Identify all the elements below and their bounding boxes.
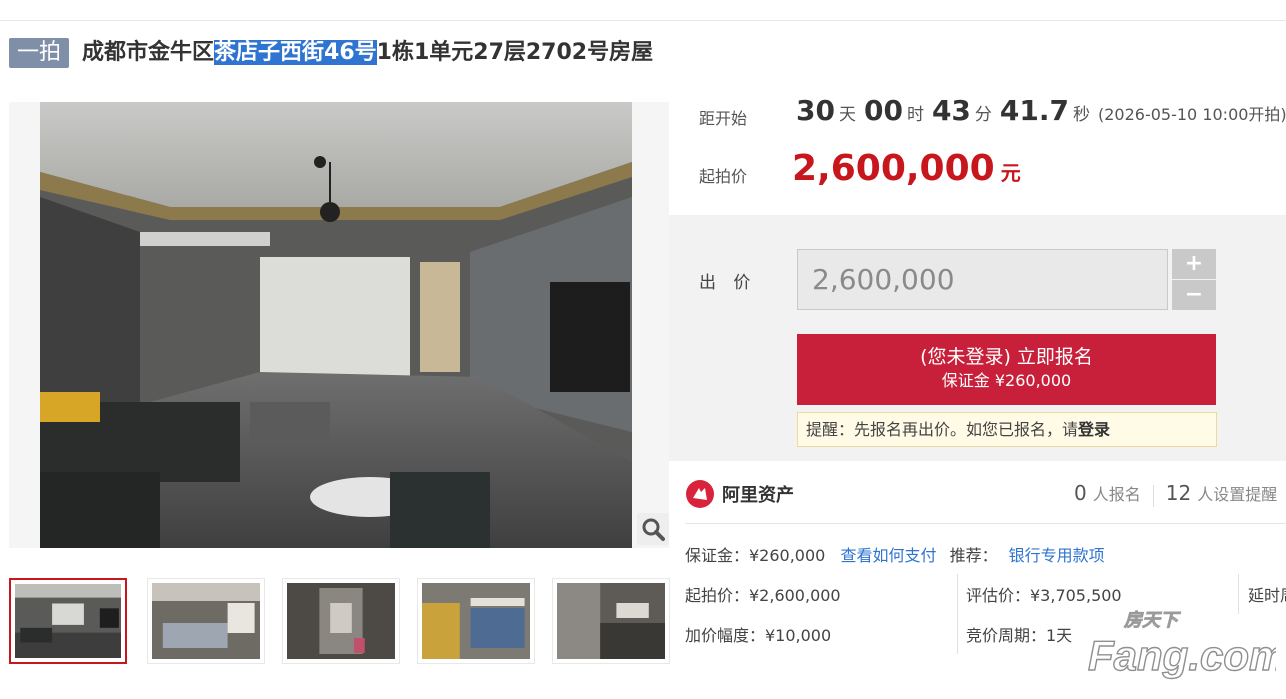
watermark-cn: 房天下 xyxy=(1123,610,1181,630)
deposit-info: 保证金：¥260,000 查看如何支付 推荐： 银行专用款项 xyxy=(685,542,1105,566)
start-price-value: 2,600,000 xyxy=(792,148,995,189)
bid-label: 出 价 xyxy=(699,273,757,293)
thumbnail-4[interactable] xyxy=(417,578,535,664)
reminder-count-label: 人设置提醒 xyxy=(1197,485,1278,504)
signup-count: 0 xyxy=(1074,481,1087,505)
bid-amount-input[interactable]: 2,600,000 xyxy=(797,249,1168,310)
login-reminder: 提醒：先报名再出价。如您已报名，请登录 xyxy=(797,412,1217,447)
title-suffix: 1栋1单元27层2702号房屋 xyxy=(376,40,654,65)
countdown-seconds: 41.7 xyxy=(999,94,1069,127)
thumbnail-3[interactable] xyxy=(282,578,400,664)
bank-payment-link[interactable]: 银行专用款项 xyxy=(1009,546,1105,565)
bid-cycle-info: 竞价周期：1天 xyxy=(966,626,1073,645)
thumbnail-strip xyxy=(9,578,670,664)
increase-bid-button[interactable]: + xyxy=(1172,249,1216,279)
countdown-days: 30 xyxy=(796,94,835,127)
stats-divider xyxy=(1152,484,1154,507)
hours-unit: 时 xyxy=(906,105,924,125)
reminder-count: 12 xyxy=(1165,481,1192,505)
signup-deposit-label: 保证金 ¥260,000 xyxy=(941,371,1072,390)
main-photo-viewer[interactable] xyxy=(9,102,669,548)
recommend-label: 推荐： xyxy=(949,546,998,565)
how-to-pay-link[interactable]: 查看如何支付 xyxy=(840,546,936,565)
info-column-divider-1 xyxy=(957,574,958,654)
start-price-unit: 元 xyxy=(1000,161,1021,185)
countdown-timer: 30 天 00 时 43 分 41.7 秒 (2026-05-10 10:00开拍) xyxy=(796,94,1286,127)
increment-info: 加价幅度：¥10,000 xyxy=(685,626,832,645)
decrease-bid-button[interactable]: − xyxy=(1172,280,1216,310)
thumbnail-1[interactable] xyxy=(9,578,127,664)
countdown-label: 距开始 xyxy=(699,109,748,128)
thumbnail-bathroom-image xyxy=(287,583,395,659)
thumbnail-living-room-image xyxy=(15,584,121,658)
days-unit: 天 xyxy=(838,105,856,125)
fang-com-watermark-logo: 房天下 Fang.com xyxy=(1087,610,1276,680)
countdown-minutes: 43 xyxy=(931,94,971,127)
seconds-unit: 秒 xyxy=(1073,105,1090,125)
thumbnail-kitchen-image xyxy=(557,583,665,659)
info-divider xyxy=(685,523,1286,524)
thumbnail-5[interactable] xyxy=(552,578,670,664)
thumbnail-2[interactable] xyxy=(147,578,265,664)
thumbnail-bedroom-image xyxy=(152,583,260,659)
top-divider xyxy=(0,20,1286,21)
deposit-text: 保证金：¥260,000 xyxy=(685,546,826,565)
signup-button-label: (您未登录) 立即报名 xyxy=(920,346,1093,368)
provider-name: 阿里资产 xyxy=(722,485,794,506)
reminder-text: 提醒：先报名再出价。如您已报名，请 xyxy=(806,420,1079,439)
main-photo-living-room[interactable] xyxy=(40,102,632,548)
countdown-hours: 00 xyxy=(863,94,903,127)
auction-round-badge: 一拍 xyxy=(9,38,69,68)
auction-stats: 0 人报名 12 人设置提醒 xyxy=(1074,481,1277,507)
signup-button[interactable]: (您未登录) 立即报名 保证金 ¥260,000 xyxy=(797,334,1216,405)
start-price-label: 起拍价 xyxy=(699,167,748,186)
ali-assets-logo-icon xyxy=(686,480,714,508)
page-title: 成都市金牛区茶店子西街46号1栋1单元27层2702号房屋 xyxy=(82,36,653,70)
login-link[interactable]: 登录 xyxy=(1078,420,1110,439)
start-price: 2,600,000 元 xyxy=(792,148,1021,189)
title-highlighted-text: 茶店子西街46号 xyxy=(214,40,377,65)
minutes-unit: 分 xyxy=(974,105,992,125)
magnifier-icon xyxy=(642,518,665,541)
auction-start-note: (2026-05-10 10:00开拍) xyxy=(1098,105,1286,124)
watermark-brand: Fang.com xyxy=(1088,632,1276,679)
start-price-info: 起拍价：¥2,600,000 xyxy=(685,586,841,605)
zoom-button[interactable] xyxy=(637,513,669,545)
thumbnail-kids-room-image xyxy=(422,583,530,659)
title-prefix: 成都市金牛区 xyxy=(82,40,215,65)
signup-count-label: 人报名 xyxy=(1092,485,1141,504)
